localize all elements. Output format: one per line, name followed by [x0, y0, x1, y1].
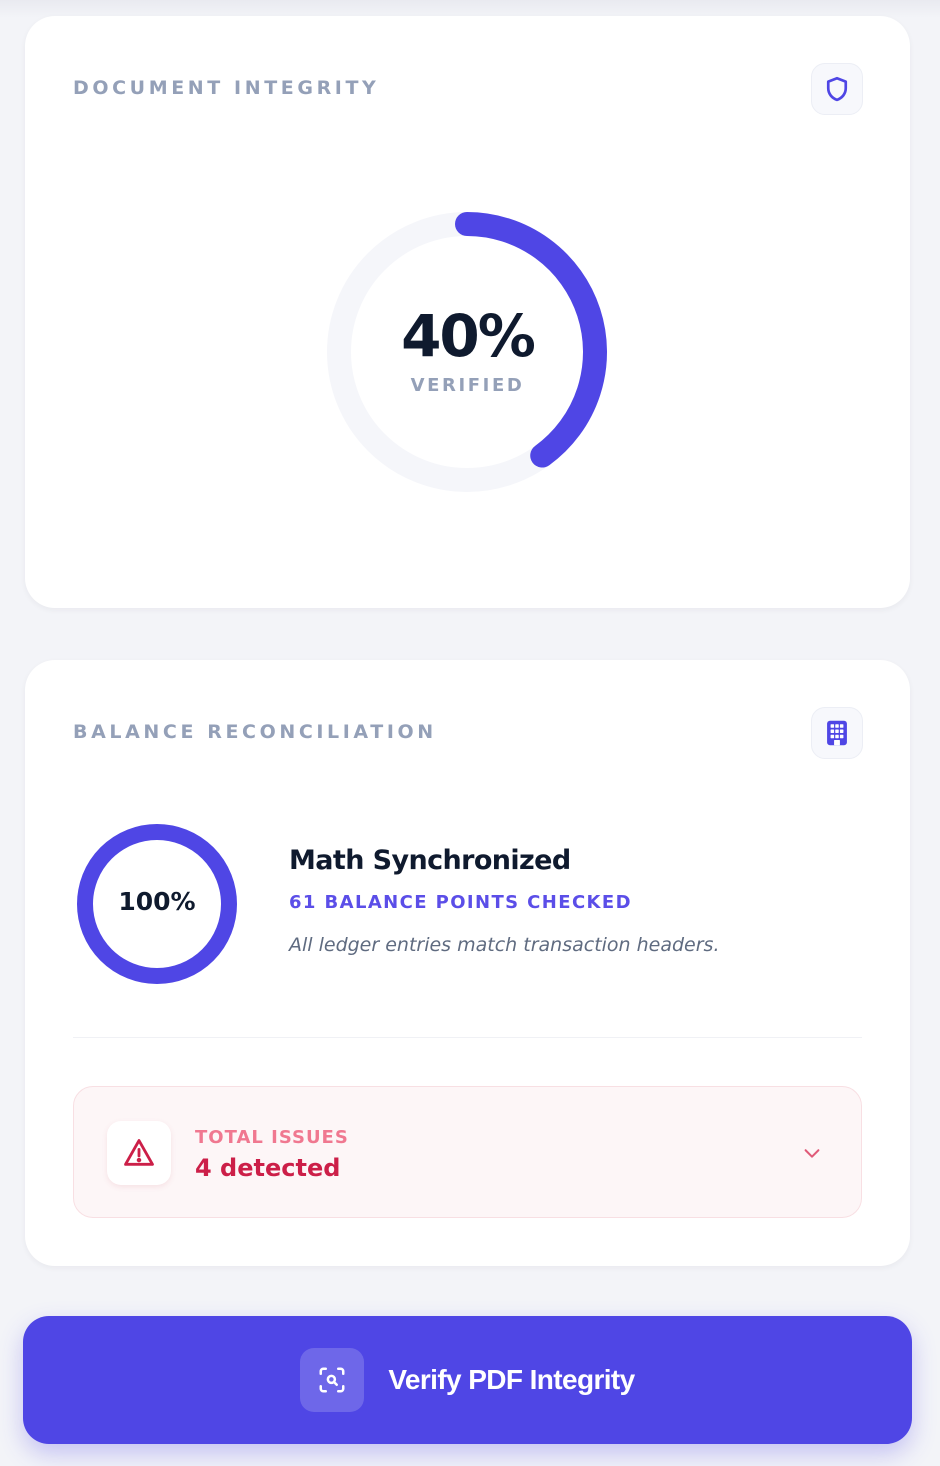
verify-button-label: Verify PDF Integrity	[388, 1364, 635, 1395]
document-integrity-card: DOCUMENT INTEGRITY 40% VERIFIED	[25, 16, 910, 608]
balance-percent: 100%	[118, 887, 196, 916]
card-title: BALANCE RECONCILIATION	[73, 721, 437, 743]
balance-reconciliation-card: BALANCE RECONCILIATION 100% Math Synchro…	[25, 660, 910, 1266]
chevron-down-icon	[804, 1149, 820, 1158]
card-title: DOCUMENT INTEGRITY	[73, 77, 380, 99]
sync-status-title: Math Synchronized	[289, 845, 571, 876]
integrity-percent: 40%	[401, 302, 536, 370]
scan-search-icon-badge	[300, 1348, 365, 1412]
calculator-icon-badge	[811, 707, 863, 759]
integrity-status-label: VERIFIED	[410, 375, 525, 396]
warning-icon-badge	[107, 1121, 171, 1185]
scan-search-icon	[319, 1367, 345, 1393]
issues-panel[interactable]: TOTAL ISSUES 4 detected	[73, 1086, 862, 1218]
divider	[73, 1037, 862, 1038]
calculator-icon	[827, 720, 847, 746]
expand-issues-toggle[interactable]	[799, 1140, 825, 1166]
issues-count: 4 detected	[195, 1154, 341, 1182]
warning-icon	[124, 1139, 154, 1166]
balance-points-checked: 61 BALANCE POINTS CHECKED	[289, 892, 632, 913]
shield-icon	[826, 76, 848, 102]
verify-pdf-button[interactable]: Verify PDF Integrity	[23, 1316, 912, 1444]
issues-label: TOTAL ISSUES	[195, 1127, 349, 1148]
shield-icon-badge	[811, 63, 863, 115]
sync-note: All ledger entries match transaction hea…	[289, 934, 720, 956]
